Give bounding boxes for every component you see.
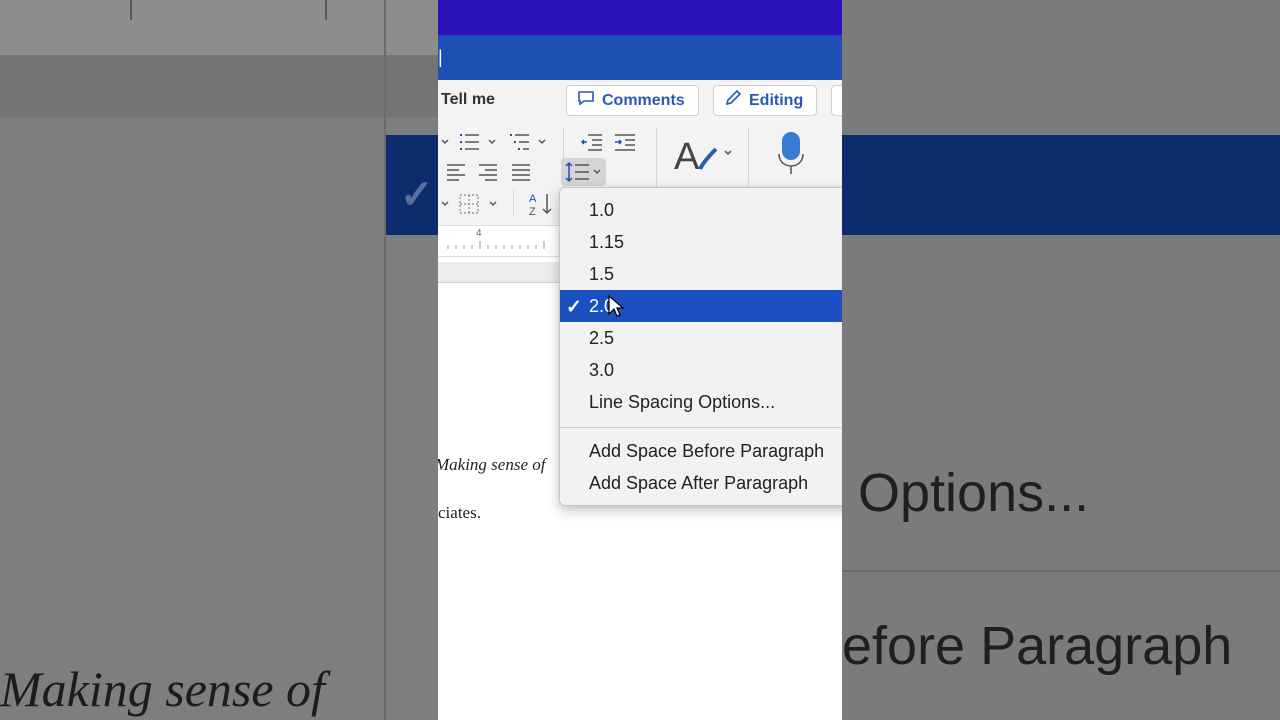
- menu-item-3-0[interactable]: 3.0: [560, 354, 842, 386]
- menu-item-label: Add Space After Paragraph: [589, 472, 809, 493]
- background-right: Options... efore Paragraph: [842, 0, 1280, 720]
- chevron-down-icon[interactable]: [440, 134, 450, 150]
- menu-item-label: 2.5: [589, 327, 615, 348]
- ruler-ticks: [447, 241, 545, 249]
- background-ruler-tick: [130, 0, 132, 20]
- chevron-down-icon[interactable]: [440, 196, 450, 212]
- pencil-icon: [724, 89, 742, 112]
- comments-label: Comments: [602, 91, 685, 109]
- background-divider: [842, 570, 1280, 572]
- menu-item-label: 1.0: [589, 199, 615, 220]
- align-left-icon[interactable]: [446, 162, 466, 182]
- tell-me-search[interactable]: Tell me: [441, 91, 495, 109]
- document-text-line[interactable]: ciates.: [438, 503, 481, 523]
- svg-text:A: A: [529, 193, 537, 205]
- menu-item-1-15[interactable]: 1.15: [560, 226, 842, 258]
- title-fragment: |: [438, 47, 443, 67]
- line-spacing-menu: 1.0 1.15 1.5 ✓ 2.0 2.5 3.0 Line Spacing …: [559, 187, 842, 506]
- editing-label: Editing: [749, 91, 804, 109]
- decrease-indent-icon[interactable]: [580, 130, 604, 154]
- menu-item-label: Line Spacing Options...: [589, 391, 776, 412]
- menu-item-2-5[interactable]: 2.5: [560, 322, 842, 354]
- line-spacing-icon: [565, 161, 603, 188]
- menu-item-label: 3.0: [589, 359, 615, 380]
- ruler-marker: 4: [476, 228, 482, 239]
- editing-button[interactable]: Editing: [713, 85, 817, 116]
- toolbar-separator: [748, 128, 749, 188]
- menu-item-1-0[interactable]: 1.0: [560, 194, 842, 226]
- borders-icon[interactable]: [458, 193, 502, 215]
- svg-text:Z: Z: [529, 206, 536, 217]
- background-title-band: [0, 0, 438, 55]
- background-ruler-tick: [325, 0, 327, 20]
- align-right-icon[interactable]: [478, 162, 498, 182]
- title-bar: [438, 0, 842, 35]
- background-divider: [384, 0, 386, 720]
- svg-text:A: A: [674, 136, 700, 177]
- menu-item-label: 1.15: [589, 231, 625, 252]
- menu-item-label: 1.5: [589, 263, 615, 284]
- multilevel-list-icon[interactable]: [508, 130, 550, 154]
- mouse-pointer-icon: [608, 294, 625, 324]
- menu-separator: [560, 427, 842, 428]
- background-zoomed-text: Options...: [858, 463, 1090, 523]
- menu-item-2-0[interactable]: ✓ 2.0: [560, 290, 842, 322]
- justify-icon[interactable]: [511, 162, 531, 182]
- bullets-icon[interactable]: [458, 130, 500, 154]
- background-left: ✓ Making sense of: [0, 0, 438, 720]
- document-text-line[interactable]: Making sense of: [438, 455, 545, 475]
- checkmark-icon: ✓: [566, 297, 582, 318]
- comments-button[interactable]: Comments: [566, 85, 699, 116]
- menu-item-1-5[interactable]: 1.5: [560, 258, 842, 290]
- line-spacing-button[interactable]: [561, 158, 606, 186]
- increase-indent-icon[interactable]: [613, 130, 637, 154]
- sort-icon[interactable]: A Z: [528, 191, 554, 217]
- background-zoomed-text: efore Paragraph: [842, 616, 1233, 676]
- background-ribbon-band: [0, 55, 438, 117]
- comment-icon: [577, 90, 595, 111]
- toolbar-separator: [656, 128, 657, 188]
- menu-item-label: Add Space Before Paragraph: [589, 440, 825, 461]
- background-check-glyph: ✓: [400, 173, 434, 217]
- background-selection-band: [842, 135, 1280, 235]
- microphone-icon[interactable]: [778, 132, 804, 178]
- styles-icon[interactable]: A: [672, 133, 732, 177]
- menu-item-line-spacing-options[interactable]: Line Spacing Options...: [560, 386, 842, 418]
- menu-item-add-space-before[interactable]: Add Space Before Paragraph: [560, 435, 842, 467]
- word-window: | Tell me Comments Editing A A Z 4 Makin…: [438, 0, 842, 720]
- menu-item-add-space-after[interactable]: Add Space After Paragraph: [560, 467, 842, 499]
- document-bar: |: [438, 35, 842, 80]
- share-button-partial[interactable]: [831, 85, 842, 116]
- toolbar-separator: [513, 190, 514, 216]
- background-zoomed-text: Making sense of: [0, 661, 325, 717]
